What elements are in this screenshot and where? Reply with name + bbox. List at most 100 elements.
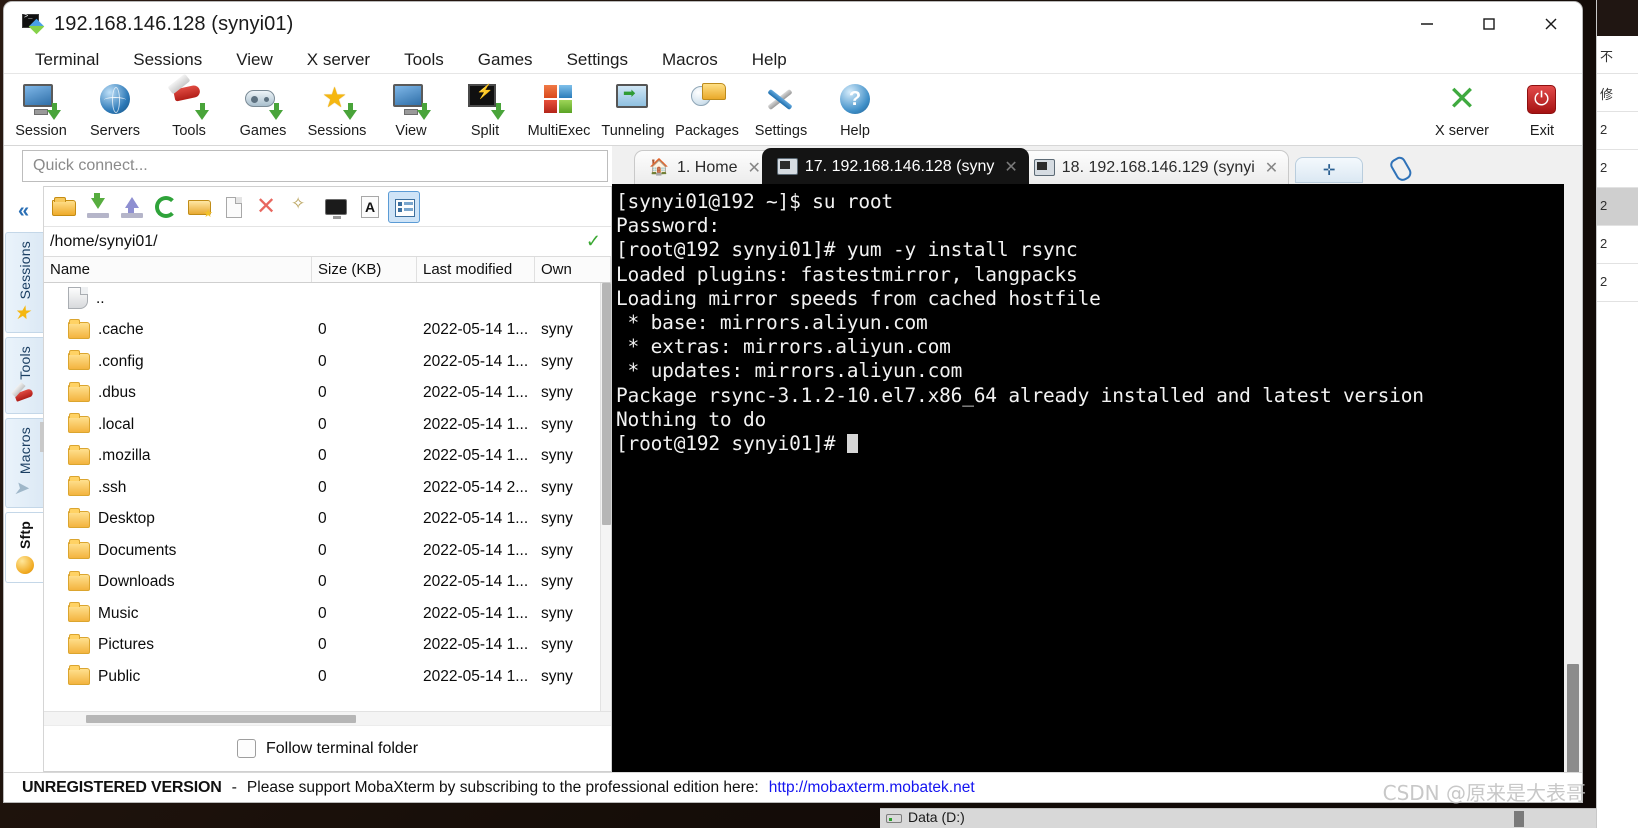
sidebar-item-sftp[interactable]: Sftp [5,512,43,584]
sidebar-item-sessions[interactable]: Sessions ★ [5,232,43,334]
table-row[interactable]: .ssh 0 2022-05-14 2... syny [44,472,611,504]
menu-help[interactable]: Help [735,46,804,74]
column-header-last-modified[interactable]: Last modified [417,257,535,282]
table-row[interactable]: .mozilla 0 2022-05-14 1... syny [44,441,611,473]
upload-icon[interactable] [116,191,148,223]
table-row[interactable]: .local 0 2022-05-14 1... syny [44,409,611,441]
file-name-label: Pictures [98,636,154,654]
background-explorer-window[interactable]: 不 修 2 2 2 2 2 [1596,0,1638,828]
tab-home[interactable]: 🏠 1. Home ✕ [634,150,772,184]
toolbar-multiexec-button[interactable]: MultiExec [522,78,596,139]
background-taskbar-item[interactable]: Data (D:) [880,808,1596,828]
toolbar-servers-button[interactable]: Servers [78,78,152,139]
file-list-horizontal-scrollbar[interactable] [44,711,611,725]
new-folder-icon[interactable] [184,191,216,223]
background-window-band: 2 [1597,150,1638,188]
toolbar-exit-label: Exit [1529,123,1555,139]
text-editor-icon[interactable]: A [354,191,386,223]
table-row[interactable]: .config 0 2022-05-14 1... syny [44,346,611,378]
sftp-file-list[interactable]: .. .cache 0 2022-05-14 1... syny .config 0 2022… [44,283,611,711]
sidebar-item-tools[interactable]: Tools [5,337,43,415]
file-name-label: .config [98,352,144,370]
permissions-icon[interactable]: ✧ [286,191,318,223]
menu-settings[interactable]: Settings [550,46,645,74]
toolbar-split-button[interactable]: Split [448,78,522,139]
table-row[interactable]: Downloads 0 2022-05-14 1... syny [44,567,611,599]
menu-terminal[interactable]: Terminal [18,46,116,74]
delete-icon[interactable]: ✕ [252,191,284,223]
open-folder-icon[interactable] [48,191,80,223]
menu-x-server[interactable]: X server [290,46,387,74]
menu-games[interactable]: Games [461,46,550,74]
terminal-output-area[interactable]: [synyi01@192 ~]$ su root Password: [root… [612,184,1582,772]
table-row[interactable]: .. [44,283,611,315]
background-scrollbar-thumb[interactable] [1514,811,1524,827]
toolbar-settings-button[interactable]: Settings [744,78,818,139]
table-row[interactable]: Public 0 2022-05-14 1... syny [44,661,611,693]
download-icon[interactable] [82,191,114,223]
terminal-scrollbar[interactable] [1564,184,1582,772]
table-row[interactable]: Pictures 0 2022-05-14 1... syny [44,630,611,662]
background-window-band: 2 [1597,264,1638,302]
toolbar-x-server-button[interactable]: ✕ X server [1422,78,1502,139]
table-row[interactable]: Desktop 0 2022-05-14 1... syny [44,504,611,536]
table-row[interactable]: .cache 0 2022-05-14 1... syny [44,315,611,347]
list-details-icon[interactable] [388,190,420,223]
statusbar: UNREGISTERED VERSION - Please support Mo… [4,772,1582,802]
follow-terminal-folder-checkbox[interactable] [236,739,256,758]
file-list-vertical-scrollbar[interactable] [600,283,611,711]
file-modified-cell: 2022-05-14 1... [423,415,529,433]
menu-macros[interactable]: Macros [645,46,735,74]
close-icon[interactable]: ✕ [1004,157,1017,177]
mobaxterm-purchase-link[interactable]: http://mobaxterm.mobatek.net [769,779,975,797]
table-row[interactable]: .dbus 0 2022-05-14 1... syny [44,378,611,410]
table-row[interactable]: Music 0 2022-05-14 1... syny [44,598,611,630]
file-name-label: .dbus [98,384,136,402]
toolbar-games-label: Games [239,123,287,139]
sidebar-item-label: Macros [16,427,33,475]
toolbar-sessions-button[interactable]: ★ Sessions [300,78,374,140]
power-exit-icon: ⏻ [1521,80,1563,122]
close-button[interactable] [1520,2,1582,46]
toolbar-help-button[interactable]: ? Help [818,78,892,139]
scrollbar-thumb[interactable] [86,715,356,723]
refresh-icon[interactable] [150,191,182,223]
sidebar-item-macros[interactable]: Macros ➤ [5,418,43,509]
file-modified-cell: 2022-05-14 1... [423,352,529,370]
minimize-button[interactable] [1396,2,1458,46]
table-row[interactable]: Documents 0 2022-05-14 1... syny [44,535,611,567]
sftp-path-input[interactable]: /home/synyi01/ [44,233,586,251]
app-icon [22,13,45,35]
tab-session-18[interactable]: 18. 192.168.146.129 (synyi ✕ [1018,150,1290,184]
new-file-icon[interactable] [218,191,250,223]
tab-session-17[interactable]: 17. 192.168.146.128 (syny ✕ [761,148,1029,184]
toolbar-view-button[interactable]: View [374,78,448,139]
menu-tools[interactable]: Tools [387,46,461,74]
servers-globe-icon [94,80,136,122]
toolbar-packages-button[interactable]: Packages [670,78,744,139]
column-header-size[interactable]: Size (KB) [312,257,417,282]
scrollbar-thumb[interactable] [1567,664,1579,772]
file-name-cell: .local [44,413,312,434]
scrollbar-thumb[interactable] [602,283,611,525]
close-icon[interactable]: ✕ [747,158,760,178]
toolbar-session-button[interactable]: Session [4,78,78,139]
folder-icon [68,539,90,560]
toolbar-exit-button[interactable]: ⏻ Exit [1502,78,1582,139]
toolbar-games-button[interactable]: Games [226,78,300,139]
maximize-button[interactable] [1458,2,1520,46]
menu-view[interactable]: View [219,46,290,74]
sidebar-collapse-button[interactable]: « [4,194,43,228]
column-header-name[interactable]: Name [44,257,312,282]
toolbar-tools-button[interactable]: Tools [152,78,226,139]
knife-icon [13,385,36,407]
new-tab-button[interactable]: ✛ [1295,157,1364,183]
menu-sessions[interactable]: Sessions [116,46,219,74]
open-terminal-icon[interactable] [320,191,352,223]
paperclip-icon[interactable] [1385,155,1415,181]
close-icon[interactable]: ✕ [1265,158,1278,178]
column-header-owner[interactable]: Own [535,257,611,282]
quick-connect-input[interactable]: Quick connect... [22,150,608,182]
toolbar-tunneling-button[interactable]: Tunneling [596,78,670,139]
file-modified-cell: 2022-05-14 1... [423,604,529,622]
